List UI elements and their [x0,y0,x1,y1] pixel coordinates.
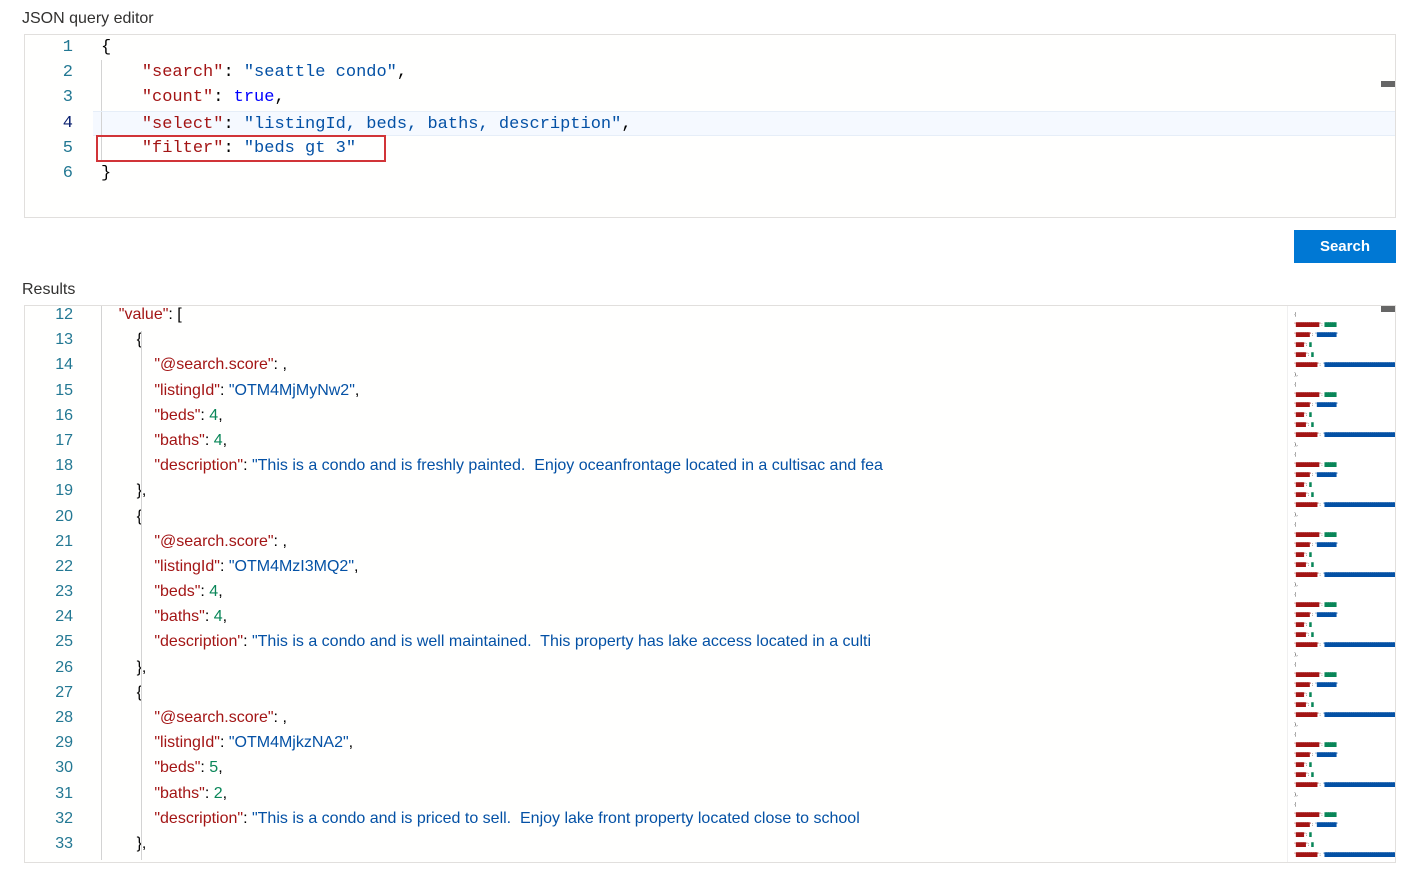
result-2-listingid: OTM4MjkzNA2 [235,734,343,751]
result-1-description: This is a condo and is well maintained. … [258,633,871,650]
result-2-description: This is a condo and is priced to sell. E… [258,810,860,827]
result-0-baths: 4 [214,432,223,449]
result-0-description: This is a condo and is freshly painted. … [258,457,883,474]
result-1-baths: 4 [214,608,223,625]
results-panel[interactable]: 12131415 16171819 20212223 24252627 2829… [24,305,1396,863]
result-0-listingid: OTM4MjMyNw2 [235,382,350,399]
result-0-beds: 4 [209,407,218,424]
results-code[interactable]: "value": [ { "@search.score": , "listing… [93,306,1287,862]
editor-gutter: 1 2 3 4 5 6 [25,35,93,186]
results-section-label: Results [0,271,1420,305]
query-search-value: seattle condo [254,63,387,82]
editor-code[interactable]: { "search": "seattle condo", "count": tr… [93,35,1395,186]
result-2-baths: 2 [214,785,223,802]
query-filter-value: beds gt 3 [254,139,346,158]
results-minimap[interactable]: { "████████████": ██████ "███████": "███… [1287,306,1395,862]
result-1-listingid: OTM4MzI3MQ2 [235,558,349,575]
query-select-value: listingId, beds, baths, description [254,115,611,134]
result-1-beds: 4 [209,583,218,600]
json-editor-panel[interactable]: 1 2 3 4 5 6 { "search": "seattle condo",… [24,34,1396,218]
search-button[interactable]: Search [1294,230,1396,263]
editor-section-label: JSON query editor [0,0,1420,34]
results-scrollbar-marker[interactable] [1381,306,1395,312]
results-gutter: 12131415 16171819 20212223 24252627 2829… [25,306,93,862]
query-count-value: true [234,88,275,107]
result-2-beds: 5 [209,759,218,776]
